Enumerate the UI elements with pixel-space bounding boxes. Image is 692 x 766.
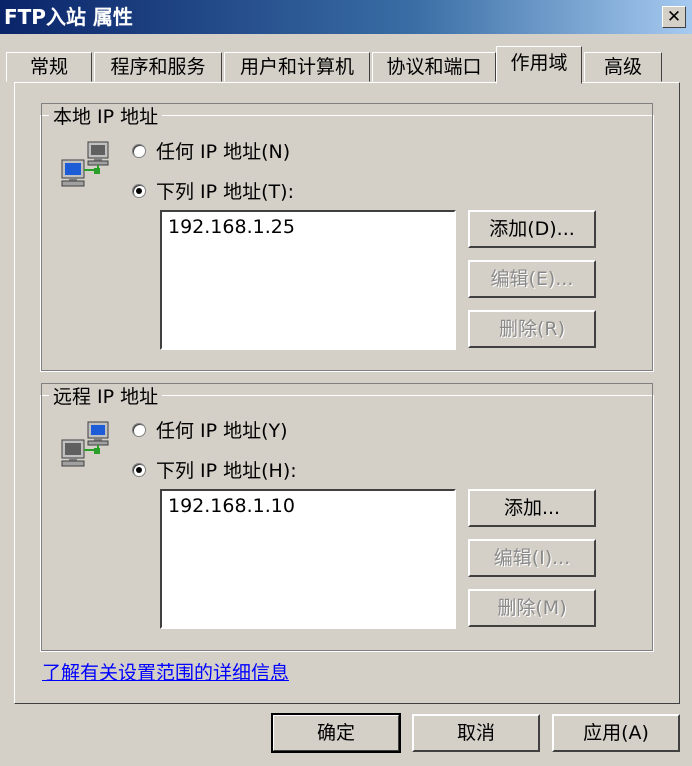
network-computers-icon xyxy=(61,421,109,467)
tab-users-computers[interactable]: 用户和计算机 xyxy=(224,52,370,82)
remote-any-radio[interactable] xyxy=(132,422,146,437)
tab-scope[interactable]: 作用域 xyxy=(496,46,582,84)
local-ip-legend: 本地 IP 地址 xyxy=(53,106,159,128)
remote-ip-list[interactable]: 192.168.1.10 xyxy=(160,489,456,629)
local-edit-button[interactable]: 编辑(E)... xyxy=(468,260,596,298)
remote-add-button[interactable]: 添加... xyxy=(468,489,596,527)
scope-help-link[interactable]: 了解有关设置范围的详细信息 xyxy=(42,658,289,685)
local-any-radio[interactable] xyxy=(132,143,146,158)
close-button[interactable]: ✕ xyxy=(662,6,686,28)
apply-button[interactable]: 应用(A) xyxy=(552,714,680,752)
tab-general[interactable]: 常规 xyxy=(6,52,92,82)
remote-list-radio[interactable] xyxy=(132,462,146,477)
remote-any-option[interactable]: 任何 IP 地址(Y) xyxy=(132,416,288,443)
local-delete-button[interactable]: 删除(R) xyxy=(468,310,596,348)
remote-ip-legend: 远程 IP 地址 xyxy=(53,386,159,408)
list-item[interactable]: 192.168.1.25 xyxy=(168,216,448,238)
network-computers-icon xyxy=(61,141,109,187)
local-list-option[interactable]: 下列 IP 地址(T): xyxy=(132,177,294,204)
remote-list-option[interactable]: 下列 IP 地址(H): xyxy=(132,456,297,483)
local-any-option[interactable]: 任何 IP 地址(N) xyxy=(132,137,290,164)
local-add-button[interactable]: 添加(D)... xyxy=(468,210,596,248)
local-any-label: 任何 IP 地址(N) xyxy=(156,141,291,163)
local-ip-list[interactable]: 192.168.1.25 xyxy=(160,210,456,350)
local-list-radio[interactable] xyxy=(132,183,146,198)
cancel-button[interactable]: 取消 xyxy=(412,714,540,752)
tab-strip: 常规 程序和服务 用户和计算机 协议和端口 作用域 高级 xyxy=(6,46,686,84)
tab-advanced[interactable]: 高级 xyxy=(584,52,662,82)
title-bar: FTP入站 属性 ✕ xyxy=(0,0,692,34)
remote-delete-button[interactable]: 删除(M) xyxy=(468,589,596,627)
remote-list-label: 下列 IP 地址(H): xyxy=(156,460,297,482)
ok-button[interactable]: 确定 xyxy=(271,713,401,753)
list-item[interactable]: 192.168.1.10 xyxy=(168,495,448,517)
window-title: FTP入站 属性 xyxy=(4,5,133,29)
local-list-label: 下列 IP 地址(T): xyxy=(156,181,294,203)
tab-programs-services[interactable]: 程序和服务 xyxy=(94,52,222,82)
remote-any-label: 任何 IP 地址(Y) xyxy=(156,420,288,442)
tab-protocols-ports[interactable]: 协议和端口 xyxy=(372,52,496,82)
remote-edit-button[interactable]: 编辑(I)... xyxy=(468,539,596,577)
